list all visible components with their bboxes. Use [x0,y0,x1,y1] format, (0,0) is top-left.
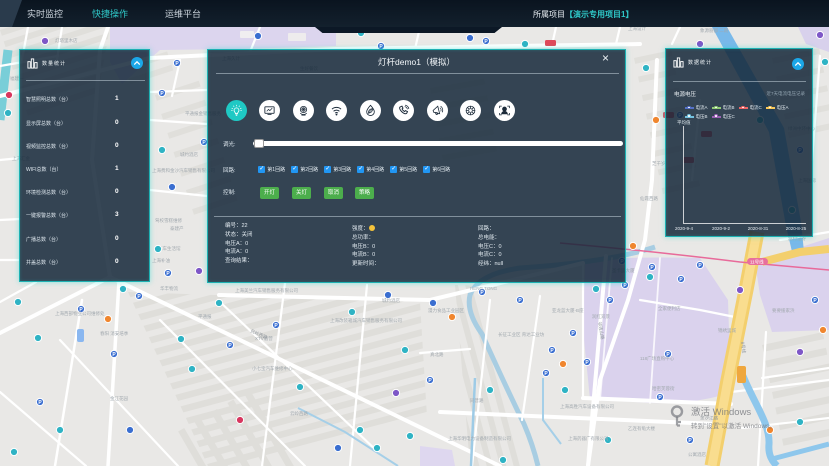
svg-text:华丰物流: 华丰物流 [160,285,178,292]
svg-text:金江花园: 金江花园 [110,395,128,402]
svg-text:同普路: 同普路 [470,397,484,404]
svg-text:锦绣里城: 锦绣里城 [718,327,736,334]
svg-text:泰建产: 泰建产 [170,225,184,232]
svg-text:HENG TONG: HENG TONG [470,286,498,291]
svg-text:漫力食品工业园区: 漫力食品工业园区 [428,307,464,314]
svg-text:小七宝汽车维修中心: 小七宝汽车维修中心 [252,365,293,372]
svg-text:润红双景: 润红双景 [592,313,610,320]
svg-text:春阳 消安培季: 春阳 消安培季 [100,330,129,337]
svg-text:亚龙蓝大厦-B座: 亚龙蓝大厦-B座 [552,307,584,314]
svg-text:上海补油: 上海补油 [152,257,170,264]
svg-text:驾校雪糕维修: 驾校雪糕维修 [155,217,182,224]
svg-text:上海高胜汽车设备有限公司: 上海高胜汽车设备有限公司 [560,403,614,410]
svg-text:哈密芙蓉街: 哈密芙蓉街 [652,385,675,392]
svg-text:要要援家浜: 要要援家浜 [772,307,795,314]
svg-text:长征工业区 育达工业坊: 长征工业区 育达工业坊 [498,331,545,338]
svg-text:平通报: 平通报 [198,313,212,320]
svg-text:上海西部物业公司维修处: 上海西部物业公司维修处 [55,310,105,317]
svg-text:真北路: 真北路 [430,351,444,358]
svg-text:云岭西路: 云岭西路 [290,410,308,417]
svg-text:上海药器广有限公司: 上海药器广有限公司 [568,435,609,442]
svg-text:全家便利店: 全家便利店 [658,305,681,312]
svg-text:仙霞西路: 仙霞西路 [640,195,658,202]
svg-text:上海费和金沙汽车销售有限公司: 上海费和金沙汽车销售有限公司 [152,167,215,174]
svg-text:公寓酒店: 公寓酒店 [688,451,706,458]
svg-text:上海改装箱城汽车销售服务有限公司: 上海改装箱城汽车销售服务有限公司 [330,317,402,324]
svg-text:城约酒店: 城约酒店 [180,151,198,158]
svg-text:乙连有龟大楼: 乙连有龟大楼 [628,425,655,432]
svg-text:11号线: 11号线 [750,259,764,266]
svg-text:芝千岁: 芝千岁 [652,160,666,167]
svg-text:上海华明电力设备制造有限公司: 上海华明电力设备制造有限公司 [448,435,511,442]
svg-text:城约酒店: 城约酒店 [382,297,400,304]
svg-text:灯塔里木店: 灯塔里木店 [55,37,78,44]
svg-text:上海美兰汽车销售服务有限公司: 上海美兰汽车销售服务有限公司 [235,287,298,294]
svg-text:象源丽都 二期: 象源丽都 二期 [700,27,729,34]
svg-text:118广场直购中心: 118广场直购中心 [640,355,675,362]
